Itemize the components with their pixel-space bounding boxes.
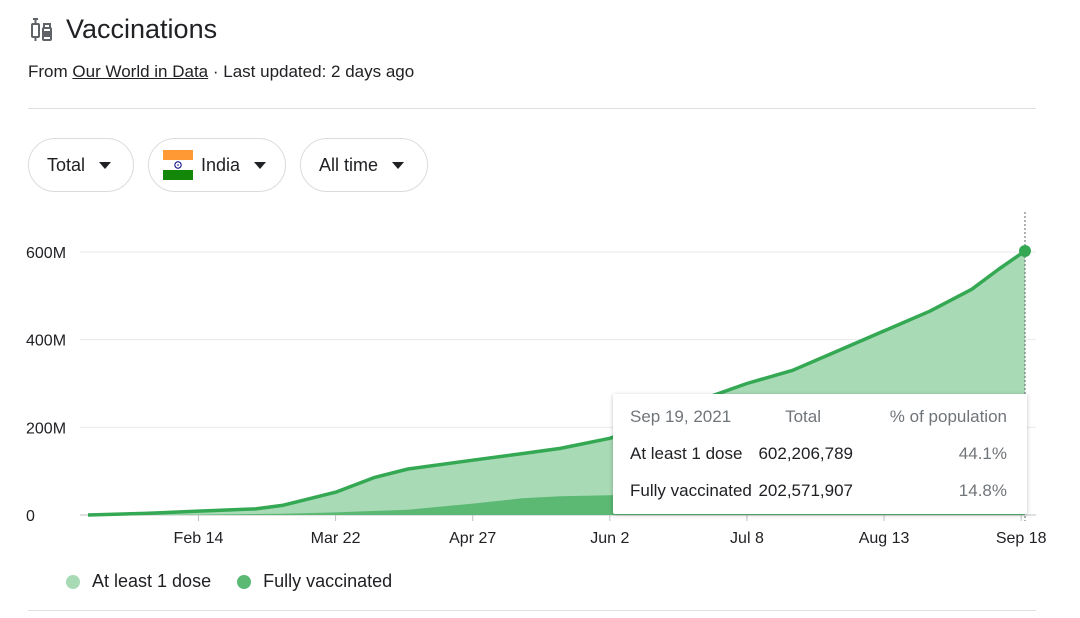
tooltip-row-total: 202,571,907 xyxy=(758,481,853,500)
y-tick-label: 600M xyxy=(26,245,66,262)
x-tick-label: Jun 2 xyxy=(590,530,629,547)
tooltip-row-label: Fully vaccinated xyxy=(630,481,752,500)
filter-bar: Total India All time xyxy=(28,138,442,192)
source-prefix: From xyxy=(28,62,68,81)
legend-swatch xyxy=(237,574,252,589)
tooltip-date: Sep 19, 2021 xyxy=(630,407,732,426)
source-line: From Our World in Data · Last updated: 2… xyxy=(28,62,414,82)
y-tick-label: 200M xyxy=(26,420,66,437)
tooltip-row-pct: 44.1% xyxy=(958,444,1007,463)
legend-item-fully-vaccinated[interactable]: Fully vaccinated xyxy=(237,571,392,592)
range-dropdown-label: All time xyxy=(319,154,379,175)
tooltip-col-pct: % of population xyxy=(889,407,1007,426)
country-dropdown-label: India xyxy=(201,154,241,175)
y-tick-label: 0 xyxy=(26,508,35,525)
legend-swatch xyxy=(66,574,80,589)
tooltip-row: At least 1 dose 602,206,789 44.1% xyxy=(630,444,1007,468)
y-tick-label: 400M xyxy=(26,333,66,350)
tooltip-row-total: 602,206,789 xyxy=(758,444,853,463)
chart-tooltip: Sep 19, 2021 Total % of population At le… xyxy=(613,394,1027,514)
card-header: Vaccinations xyxy=(28,14,217,45)
legend-label: At least 1 dose xyxy=(92,571,212,591)
top-divider xyxy=(28,108,1036,109)
india-flag-icon xyxy=(163,150,193,180)
tooltip-row-pct: 14.8% xyxy=(958,481,1007,500)
x-tick-label: Apr 27 xyxy=(449,530,496,547)
x-tick-label: Jul 8 xyxy=(730,530,764,547)
tooltip-header: Sep 19, 2021 Total % of population xyxy=(630,407,1007,431)
caret-down-icon xyxy=(392,161,405,169)
tooltip-row: Fully vaccinated 202,571,907 14.8% xyxy=(630,481,1007,505)
tooltip-row-label: At least 1 dose xyxy=(630,444,743,463)
caret-down-icon xyxy=(99,161,112,169)
last-updated: · Last updated: 2 days ago xyxy=(212,62,415,81)
x-tick-label: Mar 22 xyxy=(311,530,361,547)
tooltip-col-total: Total xyxy=(785,407,821,426)
metric-dropdown[interactable]: Total xyxy=(28,138,134,192)
source-link[interactable]: Our World in Data xyxy=(72,62,208,81)
x-tick-label: Sep 18 xyxy=(996,530,1047,547)
x-tick-label: Aug 13 xyxy=(859,530,910,547)
legend-label: Fully vaccinated xyxy=(263,571,393,591)
bottom-divider xyxy=(28,610,1036,611)
country-dropdown[interactable]: India xyxy=(148,138,286,192)
legend-item-first-dose[interactable]: At least 1 dose xyxy=(66,571,211,592)
chart-legend: At least 1 dose Fully vaccinated xyxy=(66,571,418,592)
metric-dropdown-label: Total xyxy=(47,154,86,175)
syringe-icon xyxy=(31,17,52,41)
page-title: Vaccinations xyxy=(66,14,218,44)
x-tick-label: Feb 14 xyxy=(174,530,224,547)
range-dropdown[interactable]: All time xyxy=(300,138,428,192)
hover-point xyxy=(1019,245,1031,258)
caret-down-icon xyxy=(254,161,267,169)
